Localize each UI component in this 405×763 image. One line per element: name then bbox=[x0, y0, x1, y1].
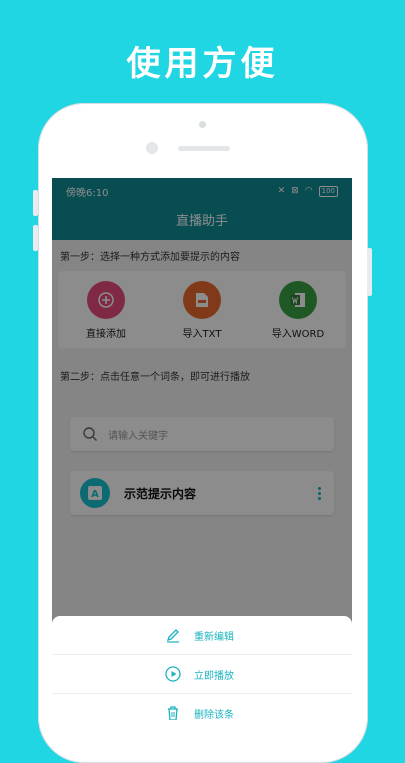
headline: 使用方便 bbox=[126, 44, 279, 84]
volume-button bbox=[33, 190, 38, 216]
sensor-dot bbox=[146, 142, 158, 154]
edit-icon bbox=[166, 629, 179, 643]
play-button[interactable]: 立即播放 bbox=[52, 655, 352, 694]
app-screen: 傍晚6:10 ✕ ⊠ ◠ 100 直播助手 第一步：选择一种方式添加要提示的内容… bbox=[52, 178, 352, 720]
edit-label: 重新编辑 bbox=[194, 631, 234, 643]
action-sheet: 重新编辑 立即播放 删除该条 bbox=[52, 616, 352, 720]
delete-label: 删除该条 bbox=[194, 709, 234, 721]
volume-button bbox=[33, 225, 38, 251]
edit-button[interactable]: 重新编辑 bbox=[52, 616, 352, 655]
trash-icon bbox=[168, 706, 178, 720]
play-label: 立即播放 bbox=[194, 670, 234, 682]
power-button bbox=[367, 248, 372, 296]
speaker-slot bbox=[178, 146, 230, 151]
delete-button[interactable]: 删除该条 bbox=[52, 694, 352, 720]
camera-icon bbox=[199, 121, 206, 128]
play-icon bbox=[165, 666, 181, 682]
